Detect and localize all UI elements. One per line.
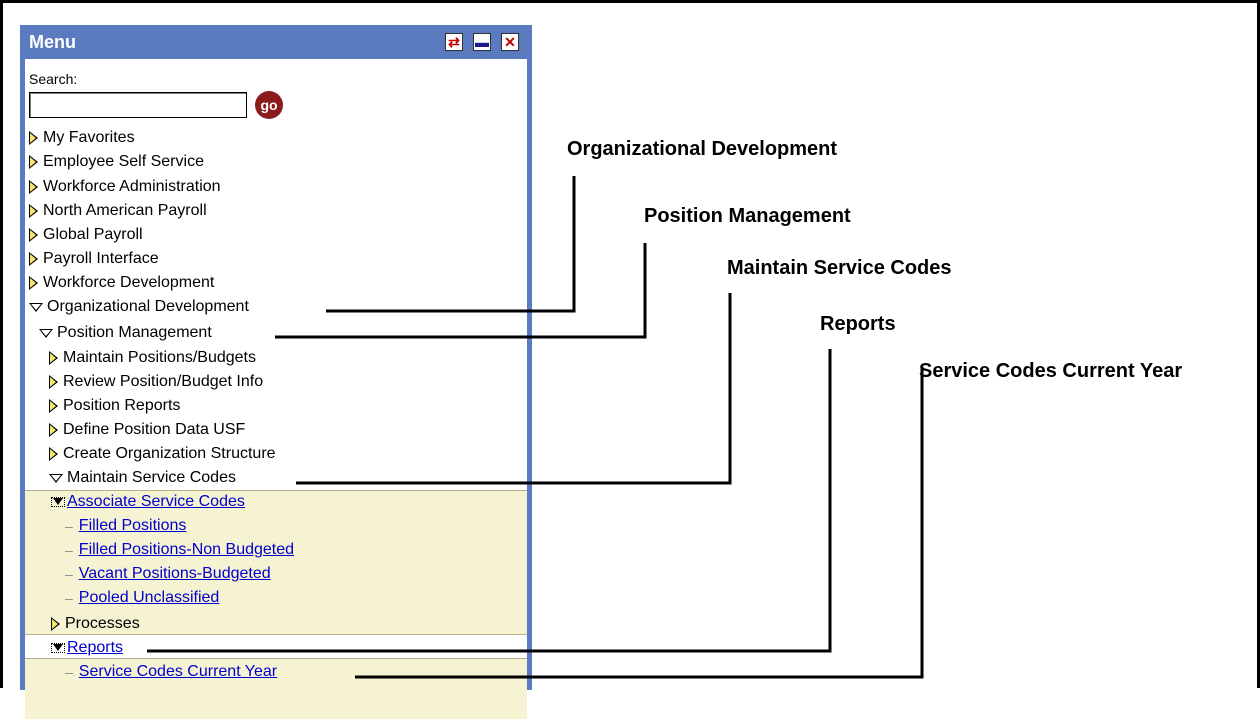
menu-item-label: Maintain Service Codes xyxy=(67,469,236,486)
expand-arrow-icon xyxy=(29,276,38,290)
menu-item-associate-service-codes[interactable]: Associate Service Codes xyxy=(51,490,245,514)
menu-item-label: Position Reports xyxy=(63,397,181,414)
search-row: go xyxy=(29,91,527,119)
menu-item-employee-self-service[interactable]: Employee Self Service xyxy=(29,150,204,174)
menu-item-my-favorites[interactable]: My Favorites xyxy=(29,126,135,150)
expand-arrow-icon xyxy=(29,180,38,194)
dash-icon: – xyxy=(65,518,73,534)
menu-item-label: Maintain Positions/Budgets xyxy=(63,349,256,366)
header-controls: ⇄ ▬ ✕ xyxy=(445,33,519,51)
menu-item-reports[interactable]: Reports xyxy=(51,636,123,660)
menu-item-label[interactable]: Filled Positions xyxy=(79,517,187,535)
menu-item-workforce-development[interactable]: Workforce Development xyxy=(29,271,214,295)
menu-item-maintain-service-codes[interactable]: Maintain Service Codes xyxy=(49,466,236,490)
expand-arrow-icon xyxy=(49,447,58,461)
collapse-arrow-icon xyxy=(49,473,63,483)
menu-item-label: Review Position/Budget Info xyxy=(63,373,264,390)
menu-item-service-codes-current-year[interactable]: – Service Codes Current Year xyxy=(65,660,277,684)
menu-item-label: Processes xyxy=(65,615,140,632)
menu-item-label[interactable]: Filled Positions-Non Budgeted xyxy=(79,541,294,559)
collapse-arrow-icon xyxy=(29,302,43,312)
menu-item-label: Payroll Interface xyxy=(43,250,159,267)
close-icon[interactable]: ✕ xyxy=(501,33,519,51)
callout-reports: Reports xyxy=(820,313,896,335)
callout-maintain-service-codes: Maintain Service Codes xyxy=(727,257,952,279)
dash-icon: – xyxy=(65,664,73,680)
callout-position-management: Position Management xyxy=(644,205,851,227)
callout-service-codes-current-year: Service Codes Current Year xyxy=(919,360,1183,382)
menu-item-label[interactable]: Service Codes Current Year xyxy=(79,663,277,681)
menu-item-label: My Favorites xyxy=(43,129,135,146)
menu-item-position-reports[interactable]: Position Reports xyxy=(49,394,180,418)
search-input[interactable] xyxy=(29,92,247,118)
refresh-icon[interactable]: ⇄ xyxy=(445,33,463,51)
menu-item-create-organization-structure[interactable]: Create Organization Structure xyxy=(49,442,276,466)
menu-item-label: Workforce Development xyxy=(43,274,215,291)
expand-arrow-icon xyxy=(29,131,38,145)
menu-panel: Menu ⇄ ▬ ✕ Search: go My Favorites Emplo… xyxy=(20,25,532,719)
expand-arrow-icon xyxy=(29,155,38,169)
collapse-arrow-icon xyxy=(51,643,65,653)
menu-item-vacant-positions-budgeted[interactable]: – Vacant Positions-Budgeted xyxy=(65,562,271,586)
menu-item-label: Employee Self Service xyxy=(43,153,204,170)
menu-item-label[interactable]: Pooled Unclassified xyxy=(79,589,220,607)
menu-item-label: Position Management xyxy=(57,324,212,341)
go-button[interactable]: go xyxy=(255,91,283,119)
menu-item-position-management[interactable]: Position Management xyxy=(39,321,212,345)
menu-item-label: Define Position Data USF xyxy=(63,421,246,438)
search-label: Search: xyxy=(29,71,78,87)
menu-item-label: Create Organization Structure xyxy=(63,445,276,462)
menu-item-payroll-interface[interactable]: Payroll Interface xyxy=(29,247,159,271)
expand-arrow-icon xyxy=(51,617,60,631)
menu-item-global-payroll[interactable]: Global Payroll xyxy=(29,223,143,247)
collapse-arrow-icon xyxy=(51,497,65,507)
dash-icon: – xyxy=(65,590,73,606)
menu-item-maintain-positions-budgets[interactable]: Maintain Positions/Budgets xyxy=(49,346,256,370)
menu-item-processes[interactable]: Processes xyxy=(51,612,140,636)
dash-icon: – xyxy=(65,542,73,558)
menu-item-workforce-administration[interactable]: Workforce Administration xyxy=(29,175,221,199)
menu-item-label: Global Payroll xyxy=(43,226,143,243)
expand-arrow-icon xyxy=(29,228,38,242)
collapse-arrow-icon xyxy=(39,328,53,338)
expand-arrow-icon xyxy=(49,375,58,389)
expand-arrow-icon xyxy=(29,252,38,266)
menu-item-label[interactable]: Vacant Positions-Budgeted xyxy=(79,565,271,583)
menu-item-label[interactable]: Reports xyxy=(67,639,123,657)
menu-item-label: North American Payroll xyxy=(43,202,207,219)
menu-item-pooled-unclassified[interactable]: – Pooled Unclassified xyxy=(65,586,219,610)
menu-item-label: Organizational Development xyxy=(47,298,249,315)
menu-item-review-position-budget-info[interactable]: Review Position/Budget Info xyxy=(49,370,263,394)
menu-item-define-position-data-usf[interactable]: Define Position Data USF xyxy=(49,418,245,442)
menu-item-label[interactable]: Associate Service Codes xyxy=(67,493,245,511)
expand-arrow-icon xyxy=(49,423,58,437)
menu-header: Menu ⇄ ▬ ✕ xyxy=(25,25,527,59)
callout-organizational-development: Organizational Development xyxy=(567,138,838,160)
menu-title: Menu xyxy=(29,31,76,52)
expand-arrow-icon xyxy=(49,351,58,365)
menu-item-filled-positions[interactable]: – Filled Positions xyxy=(65,514,186,538)
menu-item-filled-positions-non-budgeted[interactable]: – Filled Positions-Non Budgeted xyxy=(65,538,294,562)
menu-item-organizational-development[interactable]: Organizational Development xyxy=(29,295,249,319)
menu-item-north-american-payroll[interactable]: North American Payroll xyxy=(29,199,207,223)
expand-arrow-icon xyxy=(49,399,58,413)
minimize-icon[interactable]: ▬ xyxy=(473,33,491,51)
expand-arrow-icon xyxy=(29,204,38,218)
menu-item-label: Workforce Administration xyxy=(43,178,221,195)
dash-icon: – xyxy=(65,566,73,582)
